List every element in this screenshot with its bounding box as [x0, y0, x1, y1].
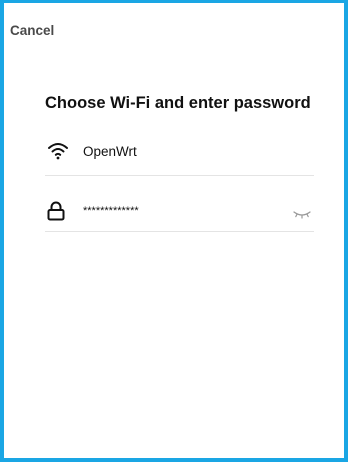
divider [45, 231, 314, 232]
eye-closed-icon[interactable] [292, 206, 312, 219]
network-name: OpenWrt [83, 143, 137, 159]
password-input[interactable]: ************* [83, 205, 292, 217]
divider [45, 175, 314, 176]
password-field[interactable]: ************* [45, 196, 314, 226]
cancel-button[interactable]: Cancel [10, 23, 54, 38]
wifi-network-row[interactable]: OpenWrt [45, 137, 314, 165]
wifi-icon [47, 141, 69, 161]
page-title: Choose Wi-Fi and enter password [45, 94, 311, 112]
app-frame: Cancel Choose Wi-Fi and enter password O… [0, 0, 348, 462]
lock-icon [47, 201, 65, 221]
